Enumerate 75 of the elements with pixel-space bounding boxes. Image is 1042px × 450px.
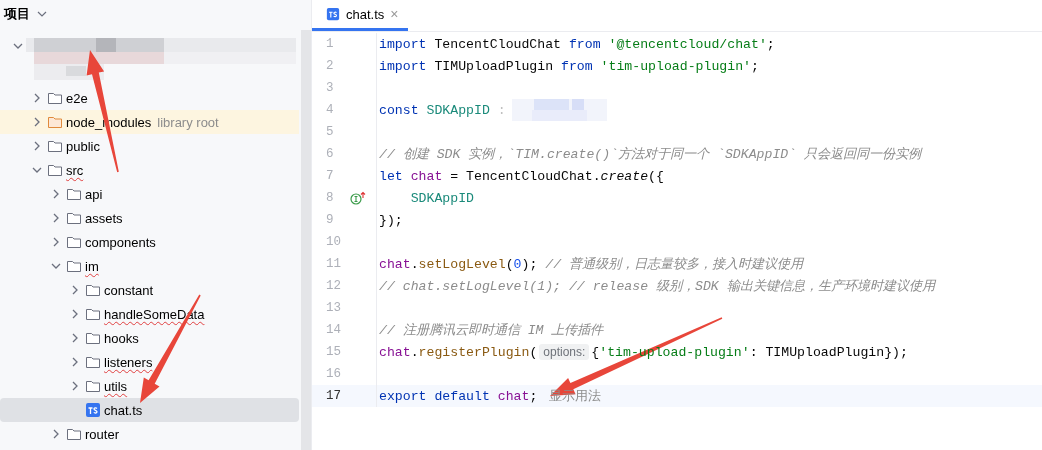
typescript-file-icon (85, 402, 101, 418)
tree-row[interactable]: assets (0, 206, 299, 230)
tree-row[interactable]: chat.ts (0, 398, 299, 422)
typescript-file-icon (326, 7, 340, 21)
tree-item-label: constant (104, 282, 154, 300)
folder-icon (85, 378, 101, 394)
folder-icon (66, 210, 82, 226)
editor-tab[interactable]: chat.ts × (312, 0, 409, 31)
tree-item-label: utils (104, 378, 128, 396)
code-line: // chat.setLogLevel(1); // release 级别，SDK 输出关键信息，生产环境时建议使用 (379, 278, 935, 295)
code-line: let chat = TencentCloudChat.create({ (379, 168, 664, 184)
code-line: import TencentCloudChat from '@tencentcloud/chat'; (379, 36, 775, 52)
line-number: 5 (326, 125, 335, 139)
line-number: 15 (326, 345, 342, 359)
line-number: 14 (326, 323, 342, 337)
folder-icon (85, 330, 101, 346)
tree-row[interactable]: src (0, 158, 299, 182)
folder-icon (85, 306, 101, 322)
line-number: 3 (326, 81, 335, 95)
folder-icon (47, 138, 63, 154)
line-number: 13 (326, 301, 342, 315)
tree-item-label: public (66, 138, 100, 156)
line-number: 9 (326, 213, 335, 227)
tree-item-label: listeners (104, 354, 153, 372)
code-line: }); (379, 212, 403, 228)
tree-item-hint: library root (157, 114, 219, 130)
folder-icon (66, 234, 82, 250)
tree-row[interactable]: router (0, 422, 299, 446)
tree-row[interactable]: constant (0, 278, 299, 302)
code-line: // 注册腾讯云即时通信 IM 上传插件 (379, 322, 604, 339)
code-line: // 创建 SDK 实例，`TIM.create()`方法对于同一个 `SDKAppID` 只会返回同一份实例 (379, 146, 922, 163)
tree-item-label: assets (85, 210, 123, 228)
parameter-hint: options: (539, 344, 590, 360)
folder-icon (47, 162, 63, 178)
tree-item-label: hooks (104, 330, 139, 348)
tree-item-label: im (85, 258, 99, 276)
panel-title[interactable]: 项目 (4, 5, 30, 23)
code-line: const SDKAppID : (379, 99, 607, 121)
tree-item-label: api (85, 186, 103, 204)
tree-row[interactable]: api (0, 182, 299, 206)
line-number: 2 (326, 59, 335, 73)
line-number: 8 (326, 191, 335, 205)
line-number: 6 (326, 147, 335, 161)
tree-row[interactable]: utils (0, 374, 299, 398)
folder-icon (66, 258, 82, 274)
folder-icon (47, 114, 63, 130)
line-number: 11 (326, 257, 342, 271)
line-number: 10 (326, 235, 342, 249)
tree-row[interactable]: listeners (0, 350, 299, 374)
folder-icon (85, 354, 101, 370)
code-line: chat.setLogLevel(0); // 普通级别，日志量较多，接入时建议使用 (379, 255, 803, 273)
code-line: SDKAppID (409, 190, 474, 206)
line-number: 16 (326, 367, 342, 381)
tree-row[interactable]: hooks (0, 326, 299, 350)
scrollbar[interactable] (301, 30, 311, 450)
tree-row[interactable]: public (0, 134, 299, 158)
line-number: 4 (326, 103, 335, 117)
line-number: 12 (326, 279, 342, 293)
tree-item-label: components (85, 234, 156, 252)
tree-item-label: e2e (66, 90, 88, 108)
folder-icon (66, 186, 82, 202)
line-number: 1 (326, 37, 335, 51)
tree-row[interactable]: components (0, 230, 299, 254)
implements-gutter-icon[interactable] (350, 191, 366, 205)
folder-icon (85, 282, 101, 298)
tree-item-label: router (85, 426, 119, 444)
tree-row[interactable]: e2e (0, 86, 299, 110)
code-line: import TIMUploadPlugin from 'tim-upload-plugin'; (379, 58, 759, 74)
folder-icon (47, 90, 63, 106)
tree-row[interactable]: im (0, 254, 299, 278)
line-number: 7 (326, 169, 335, 183)
line-number: 17 (326, 389, 342, 403)
tree-item-label: chat.ts (104, 402, 143, 420)
folder-icon (66, 426, 82, 442)
tree-item-label: src (66, 162, 84, 180)
